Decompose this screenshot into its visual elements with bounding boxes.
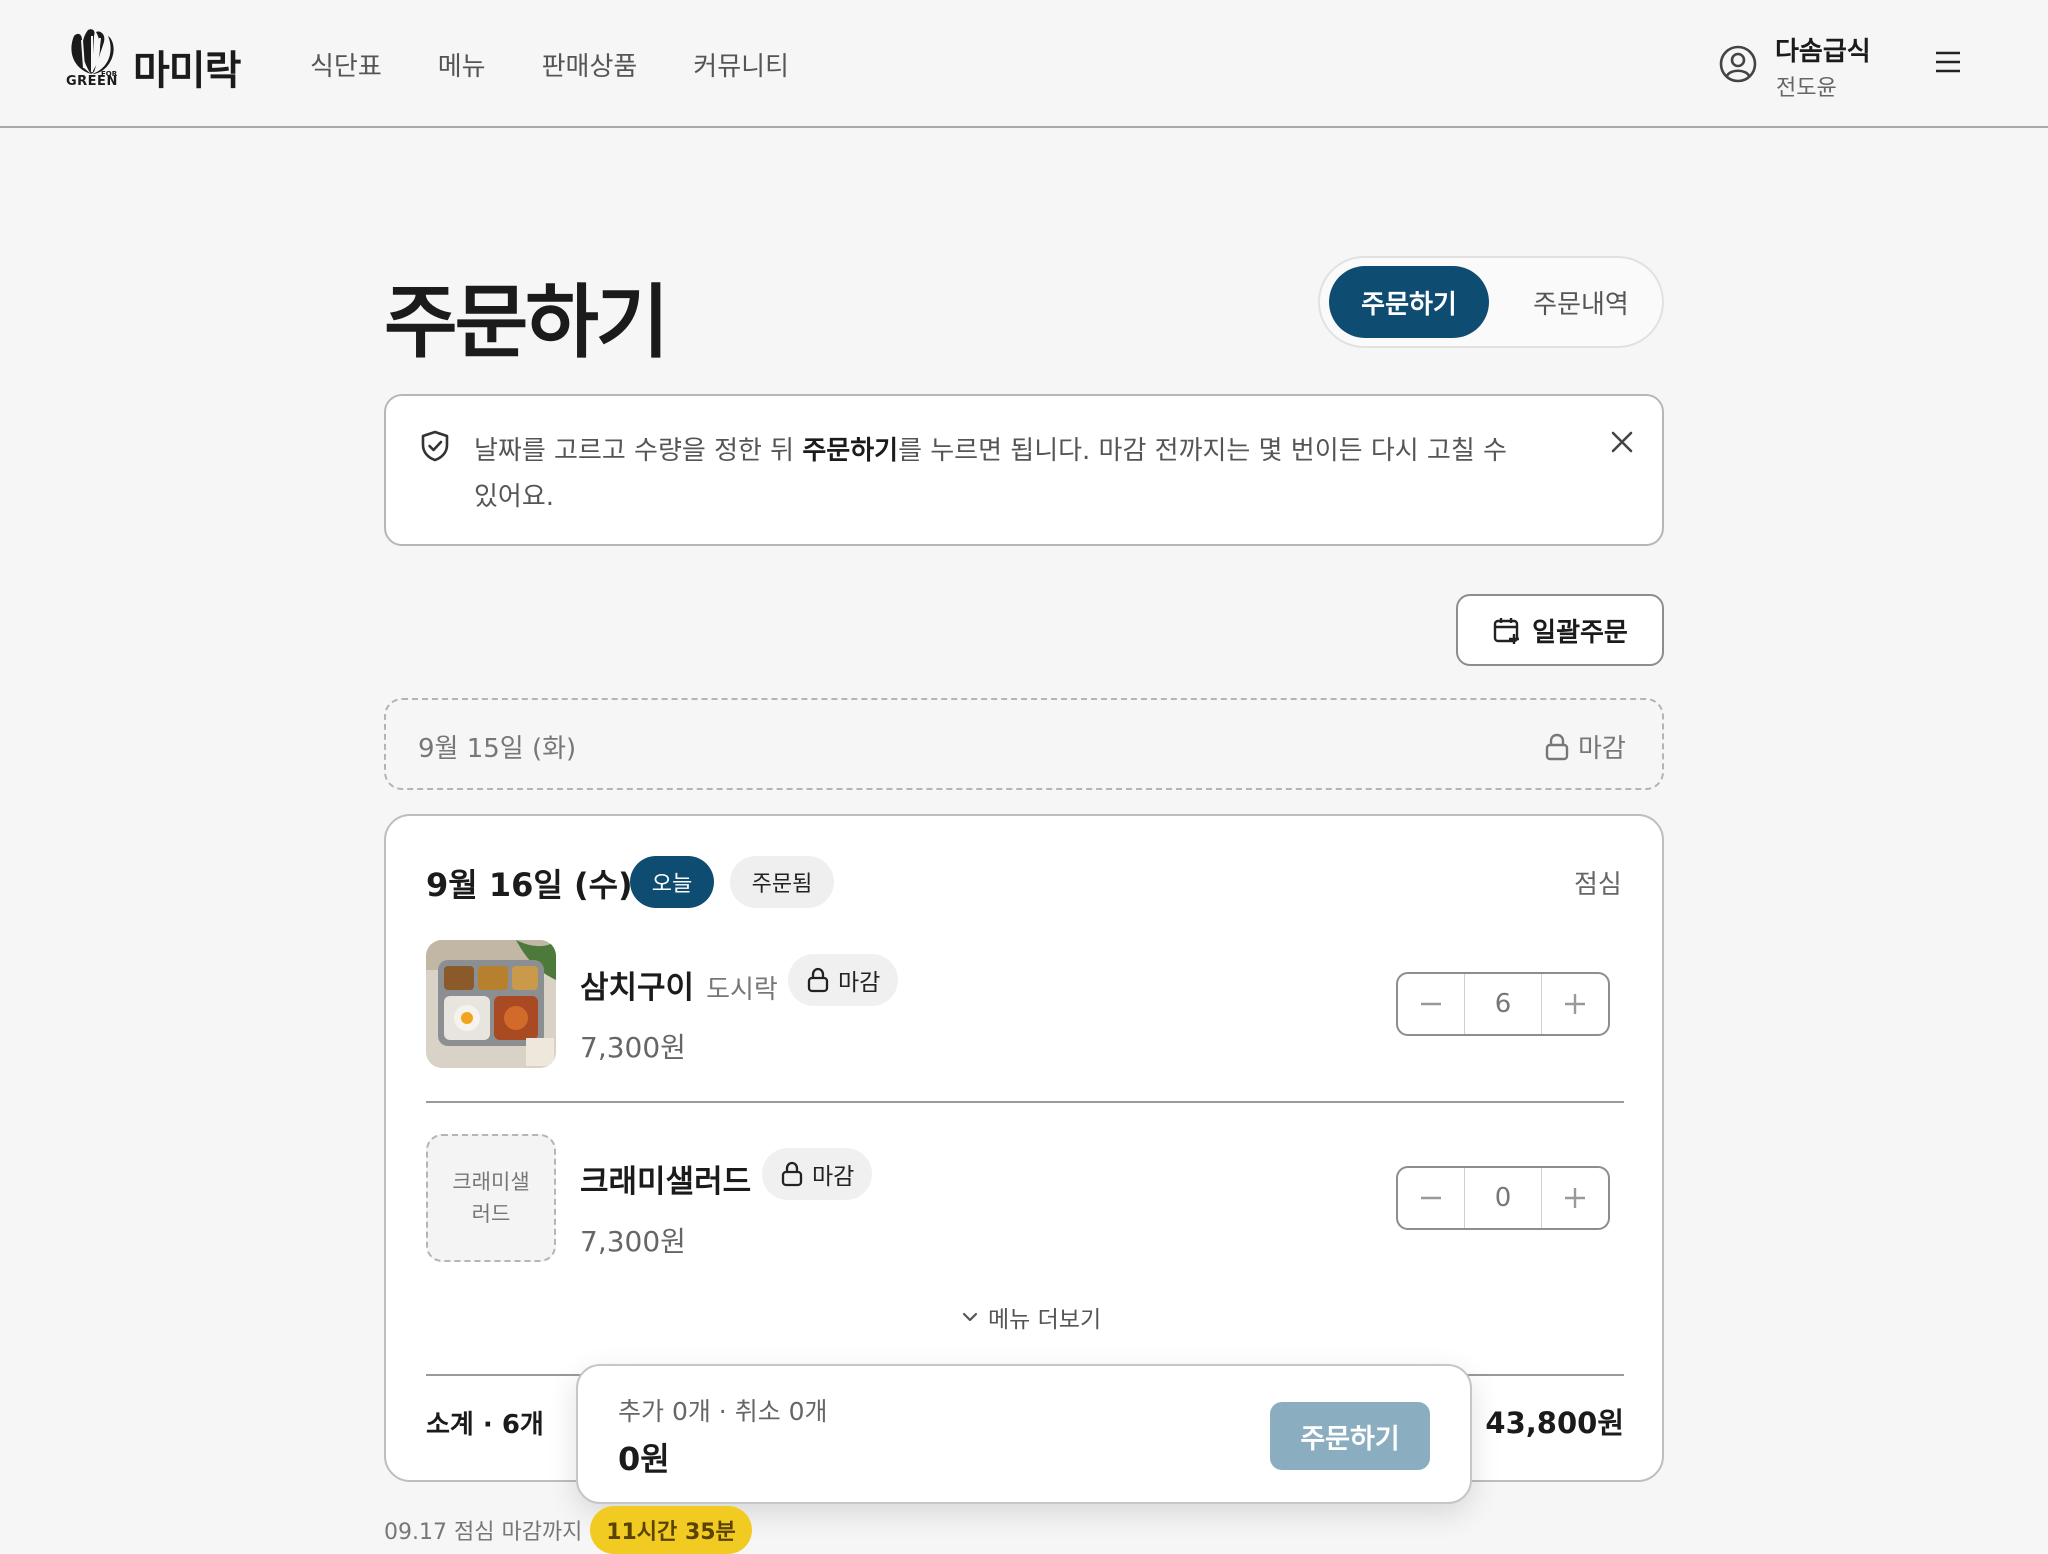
lock-icon xyxy=(781,1161,803,1187)
menu-item-name: 삼치구이 도시락 xyxy=(580,962,778,1007)
hamburger-menu-icon[interactable] xyxy=(1934,50,1962,74)
subtotal-label: 소계 · 6개 xyxy=(426,1410,544,1440)
nav-item-products[interactable]: 판매상품 xyxy=(542,46,638,83)
floating-order-bar: 추가 0개 · 취소 0개 0원 주문하기 xyxy=(576,1364,1472,1504)
deadline-text: 09.17 점심 마감까지 xyxy=(384,1520,583,1545)
calendar-plus-icon xyxy=(1493,618,1520,644)
notice-text: 날짜를 고르고 수량을 정한 뒤 주문하기를 누르면 됩니다. 마감 전까지는 … xyxy=(474,428,1514,520)
meal-type: 점심 xyxy=(1574,870,1622,900)
logo-green: GREEN xyxy=(66,74,118,89)
quantity-stepper: 6 xyxy=(1396,972,1610,1036)
decrease-button[interactable] xyxy=(1398,974,1464,1034)
menu-item-title: 삼치구이 xyxy=(580,970,695,1006)
item-closed-label: 마감 xyxy=(812,1164,855,1190)
day-date: 9월 16일 (수) xyxy=(426,866,633,904)
nav-item-menu[interactable]: 메뉴 xyxy=(438,46,486,83)
item-closed-badge: 마감 xyxy=(788,954,899,1006)
menu-item-row: 삼치구이 도시락 마감 7,300원 6 xyxy=(426,940,1624,1070)
bulk-order-label: 일괄주문 xyxy=(1532,617,1628,648)
main-nav: 식단표 메뉴 판매상품 커뮤니티 xyxy=(310,46,789,83)
lock-icon xyxy=(1545,733,1569,760)
logo-text[interactable]: 마미락 xyxy=(133,38,241,96)
quantity-stepper: 0 xyxy=(1396,1166,1610,1230)
menu-item-row: 크래미샐러드 크래미샐러드 마감 7,300원 0 xyxy=(426,1134,1624,1264)
menu-image-placeholder: 크래미샐러드 xyxy=(426,1134,556,1262)
quantity-value[interactable]: 6 xyxy=(1464,974,1542,1034)
user-name: 다솜급식 xyxy=(1775,37,1871,67)
nav-item-community[interactable]: 커뮤니티 xyxy=(693,46,789,83)
menu-item-name: 크래미샐러드 xyxy=(580,1156,751,1201)
bulk-order-button[interactable]: 일괄주문 xyxy=(1456,594,1664,666)
item-closed-badge: 마감 xyxy=(762,1148,873,1200)
top-header: FOR GREEN 마미락 식단표 메뉴 판매상품 커뮤니티 다솜급식 전도윤 xyxy=(0,0,2048,128)
increase-button[interactable] xyxy=(1542,974,1608,1034)
page-title: 주문하기 xyxy=(384,276,669,369)
today-badge: 오늘 xyxy=(630,856,714,908)
deadline-countdown-badge: 11시간 35분 xyxy=(590,1506,752,1554)
submit-order-button[interactable]: 주문하기 xyxy=(1270,1402,1430,1470)
user-subname: 전도윤 xyxy=(1776,76,1837,101)
decrease-button[interactable] xyxy=(1398,1168,1464,1228)
notice-text-pre: 날짜를 고르고 수량을 정한 뒤 xyxy=(474,436,803,466)
minus-icon xyxy=(1421,1196,1441,1200)
order-tab-switch: 주문하기 주문내역 xyxy=(1318,256,1664,348)
closed-day-row[interactable]: 9월 15일 (화) 마감 xyxy=(384,698,1664,790)
notice-text-bold: 주문하기 xyxy=(802,436,899,466)
menu-item-price: 7,300원 xyxy=(580,1225,686,1258)
order-change-total: 0원 xyxy=(618,1440,670,1478)
closed-day-status-label: 마감 xyxy=(1578,734,1626,764)
menu-item-subtitle: 도시락 xyxy=(706,975,778,1005)
plus-icon xyxy=(1565,994,1585,1014)
row-divider xyxy=(426,1101,1624,1103)
item-closed-label: 마감 xyxy=(838,970,881,996)
menu-item-price: 7,300원 xyxy=(580,1031,686,1064)
shield-check-icon xyxy=(420,430,450,462)
menu-item-title: 크래미샐러드 xyxy=(580,1164,752,1200)
nav-item-meal-plan[interactable]: 식단표 xyxy=(310,46,382,83)
increase-button[interactable] xyxy=(1542,1168,1608,1228)
show-more-menu-button[interactable]: 메뉴 더보기 xyxy=(960,1300,1101,1334)
order-change-summary: 추가 0개 · 취소 0개 xyxy=(618,1397,828,1426)
user-avatar-icon[interactable] xyxy=(1718,44,1758,84)
ordered-badge: 주문됨 xyxy=(730,856,834,908)
chevron-down-icon xyxy=(962,1312,978,1322)
info-notice: 날짜를 고르고 수량을 정한 뒤 주문하기를 누르면 됩니다. 마감 전까지는 … xyxy=(384,394,1664,546)
close-icon[interactable] xyxy=(1608,428,1636,456)
subtotal-value: 43,800원 xyxy=(1485,1406,1624,1440)
quantity-value[interactable]: 0 xyxy=(1464,1168,1542,1228)
minus-icon xyxy=(1421,1002,1441,1006)
tab-order-history[interactable]: 주문내역 xyxy=(1506,266,1656,338)
closed-day-date: 9월 15일 (화) xyxy=(418,734,577,764)
closed-day-status: 마감 xyxy=(1544,728,1626,765)
lunchbox-photo xyxy=(426,940,556,1068)
show-more-label: 메뉴 더보기 xyxy=(988,1307,1102,1333)
plus-icon xyxy=(1565,1188,1585,1208)
lock-icon xyxy=(807,967,829,993)
tab-order[interactable]: 주문하기 xyxy=(1329,266,1489,338)
